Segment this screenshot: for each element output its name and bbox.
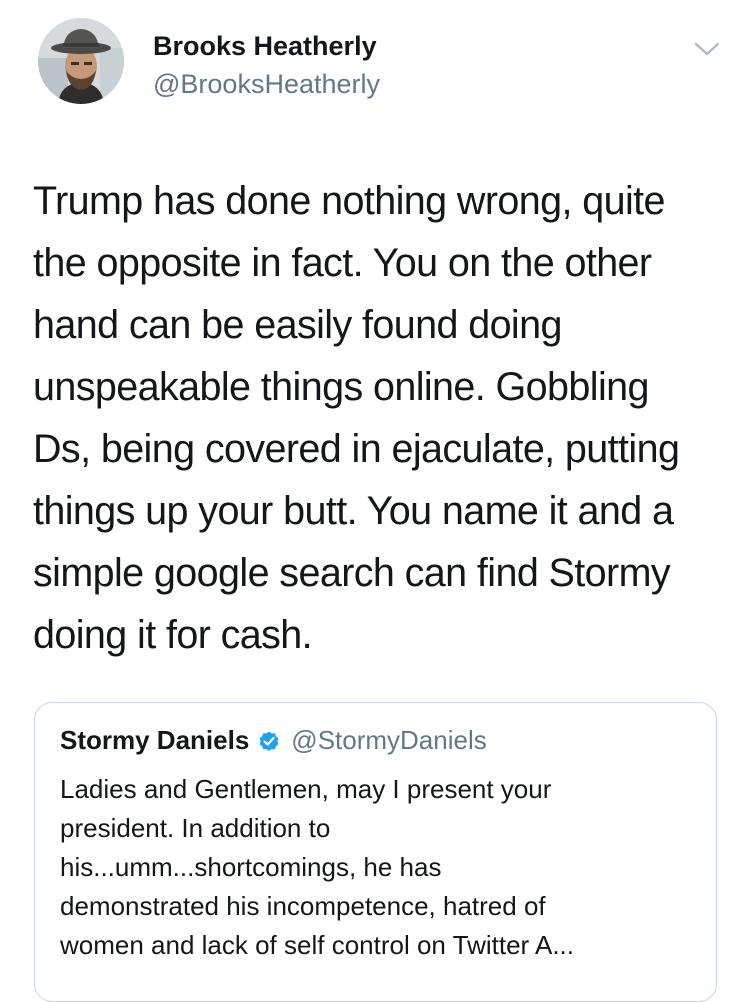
quoted-tweet-card[interactable]: Stormy Daniels @StormyDaniels Ladies and… [34, 702, 717, 1002]
chevron-down-icon[interactable] [693, 38, 721, 60]
quoted-tweet-text: Ladies and Gentlemen, may I present your… [60, 774, 574, 960]
quoted-author-handle: @StormyDaniels [291, 725, 487, 755]
avatar-image [38, 18, 124, 104]
tweet: Brooks Heatherly @BrooksHeatherly Trump … [0, 0, 749, 1002]
verified-badge-icon [257, 729, 281, 753]
tweet-text: Trump has done nothing wrong, quite the … [33, 179, 680, 657]
author-name[interactable]: Brooks Heatherly [153, 31, 377, 62]
quoted-tweet-header: Stormy Daniels @StormyDaniels [60, 725, 487, 756]
avatar[interactable] [38, 18, 124, 104]
author-handle[interactable]: @BrooksHeatherly [153, 69, 380, 100]
quoted-author-name: Stormy Daniels [60, 725, 250, 755]
